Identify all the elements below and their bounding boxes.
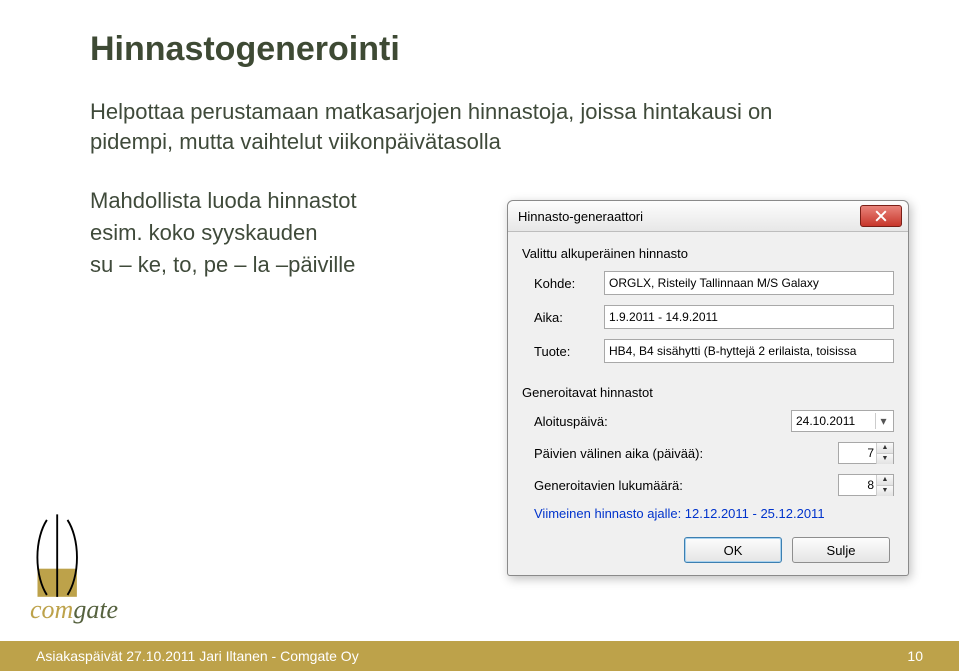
kohde-label: Kohde: <box>534 276 604 291</box>
aloituspaiva-label: Aloituspäivä: <box>534 414 791 429</box>
count-label: Generoitavien lukumäärä: <box>534 478 838 493</box>
footer-bar: Asiakaspäivät 27.10.2011 Jari Iltanen - … <box>0 641 959 671</box>
tuote-label: Tuote: <box>534 344 604 359</box>
interval-stepper[interactable]: 7 ▲ ▼ <box>838 442 894 464</box>
body-line-1: Mahdollista luoda hinnastot <box>90 186 430 216</box>
interval-label: Päivien välinen aika (päivää): <box>534 446 838 461</box>
slide-lead: Helpottaa perustamaan matkasarjojen hinn… <box>90 97 850 156</box>
slide-title: Hinnastogenerointi <box>90 30 899 69</box>
spin-up-icon[interactable]: ▲ <box>877 475 893 486</box>
group-generated-pricelists: Generoitavat hinnastot <box>522 385 894 400</box>
group-original-pricelist: Valittu alkuperäinen hinnasto <box>522 246 894 261</box>
spin-down-icon[interactable]: ▼ <box>877 486 893 496</box>
chevron-down-icon[interactable]: ▾ <box>875 413 891 429</box>
body-line-3: su – ke, to, pe – la –päiville <box>90 250 430 280</box>
count-stepper[interactable]: 8 ▲ ▼ <box>838 474 894 496</box>
aloituspaiva-value: 24.10.2011 <box>796 414 875 428</box>
logo-text-gate: gate <box>73 595 118 624</box>
spin-up-icon[interactable]: ▲ <box>877 443 893 454</box>
dialog-titlebar[interactable]: Hinnasto-generaattori <box>508 201 908 232</box>
tuote-field[interactable]: HB4, B4 sisähytti (B-hyttejä 2 erilaista… <box>604 339 894 363</box>
kohde-field[interactable]: ORGLX, Risteily Tallinnaan M/S Galaxy <box>604 271 894 295</box>
body-line-2: esim. koko syyskauden <box>90 218 430 248</box>
aloituspaiva-field[interactable]: 24.10.2011 ▾ <box>791 410 894 432</box>
sulje-button[interactable]: Sulje <box>792 537 890 563</box>
interval-value: 7 <box>843 446 876 460</box>
comgate-logo: comgate <box>30 514 150 623</box>
footer-text: Asiakaspäivät 27.10.2011 Jari Iltanen - … <box>36 648 359 664</box>
slide-body: Mahdollista luoda hinnastot esim. koko s… <box>90 186 430 279</box>
close-icon[interactable] <box>860 205 902 227</box>
last-pricelist-note: Viimeinen hinnasto ajalle: 12.12.2011 - … <box>522 506 894 521</box>
aika-field[interactable]: 1.9.2011 - 14.9.2011 <box>604 305 894 329</box>
hinnasto-generator-dialog: Hinnasto-generaattori Valittu alkuperäin… <box>507 200 909 576</box>
logo-icon <box>30 514 105 599</box>
page-number: 10 <box>907 648 923 664</box>
ok-button[interactable]: OK <box>684 537 782 563</box>
logo-text-com: com <box>30 595 73 624</box>
dialog-title: Hinnasto-generaattori <box>518 209 643 224</box>
spin-down-icon[interactable]: ▼ <box>877 454 893 464</box>
count-value: 8 <box>843 478 876 492</box>
aika-label: Aika: <box>534 310 604 325</box>
